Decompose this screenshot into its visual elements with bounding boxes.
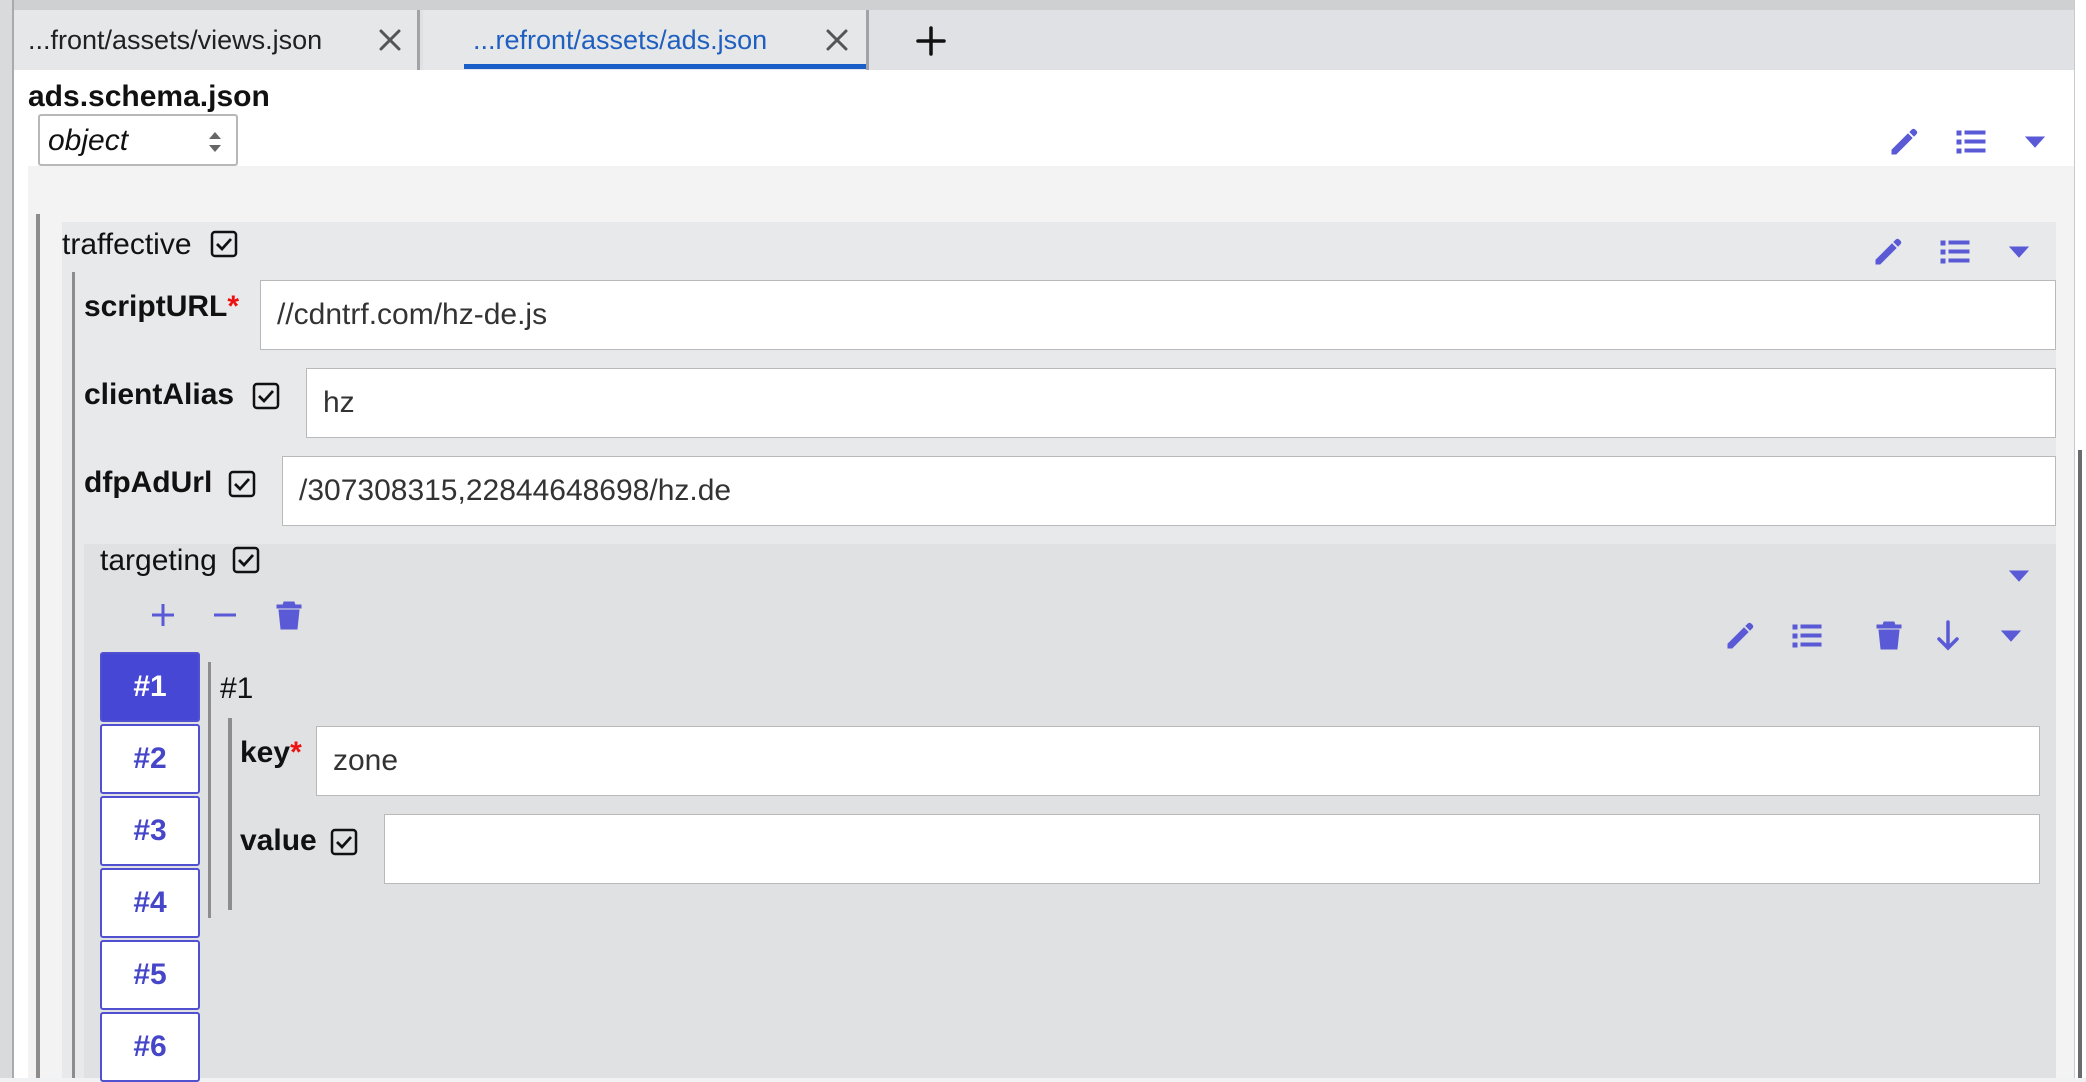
window-left-edge <box>0 0 14 1078</box>
indent-rule <box>36 214 40 1078</box>
targeting-array <box>84 544 2056 1078</box>
window-top-edge <box>0 0 2086 10</box>
clientalias-label: clientAlias <box>84 378 235 411</box>
indent-rule <box>72 272 75 1078</box>
traffective-label: traffective <box>62 228 192 261</box>
chevron-down-icon[interactable] <box>2000 628 2022 644</box>
indent-rule <box>208 662 211 918</box>
checkbox-checked-icon[interactable] <box>228 470 256 498</box>
remove-item-icon[interactable] <box>212 602 238 628</box>
checkbox-checked-icon[interactable] <box>330 828 358 856</box>
clientalias-input[interactable]: hz <box>306 368 2056 438</box>
item-tab-4[interactable]: #4 <box>100 868 200 938</box>
chevron-down-icon[interactable] <box>2008 244 2030 260</box>
required-mark: * <box>290 736 302 769</box>
targeting-label: targeting <box>100 544 217 577</box>
scripturl-label: scriptURL* <box>84 290 240 323</box>
key-input[interactable]: zone <box>316 726 2040 796</box>
scripturl-input[interactable]: //cdntrf.com/hz-de.js <box>260 280 2056 350</box>
checkbox-checked-icon[interactable] <box>252 382 280 410</box>
page-title: ads.schema.json <box>28 80 270 113</box>
active-tab-indicator <box>464 64 866 69</box>
pencil-icon[interactable] <box>1872 236 1904 268</box>
add-item-icon[interactable] <box>150 602 176 628</box>
tab-views-json[interactable]: ...front/assets/views.json <box>14 10 420 70</box>
dfpadurl-label: dfpAdUrl <box>84 466 213 499</box>
type-select-value: object <box>48 124 129 157</box>
select-arrows-icon <box>209 132 221 152</box>
key-label: key* <box>240 736 302 769</box>
value-label: value <box>240 824 317 857</box>
tab-label: ...refront/assets/ads.json <box>473 24 768 55</box>
pencil-icon[interactable] <box>1724 620 1756 652</box>
list-icon[interactable] <box>1956 128 1986 156</box>
list-icon[interactable] <box>1940 238 1970 266</box>
arrow-down-icon[interactable] <box>1936 620 1960 652</box>
item-tab-3[interactable]: #3 <box>100 796 200 866</box>
close-icon[interactable] <box>823 26 851 54</box>
item-tab-6[interactable]: #6 <box>100 1012 200 1082</box>
close-icon[interactable] <box>376 26 404 54</box>
required-mark: * <box>227 290 240 323</box>
chevron-down-icon[interactable] <box>2024 134 2046 150</box>
trash-icon[interactable] <box>1876 620 1902 650</box>
tab-label: ...front/assets/views.json <box>28 24 323 55</box>
scrollbar-thumb[interactable] <box>2078 450 2082 1078</box>
item-tab-2[interactable]: #2 <box>100 724 200 794</box>
indent-rule <box>228 718 232 910</box>
plus-icon[interactable] <box>914 24 948 58</box>
pencil-icon[interactable] <box>1888 126 1920 158</box>
item-tab-5[interactable]: #5 <box>100 940 200 1010</box>
item-tab-1[interactable]: #1 <box>100 652 200 722</box>
trash-icon[interactable] <box>276 600 302 630</box>
item-title: #1 <box>220 672 254 705</box>
checkbox-checked-icon[interactable] <box>210 230 238 258</box>
checkbox-checked-icon[interactable] <box>232 546 260 574</box>
type-select[interactable]: object <box>38 114 238 166</box>
chevron-down-icon[interactable] <box>2008 568 2030 584</box>
tab-ads-json[interactable]: ...refront/assets/ads.json <box>423 10 869 70</box>
value-input[interactable] <box>384 814 2040 884</box>
list-icon[interactable] <box>1792 622 1822 650</box>
dfpadurl-input[interactable]: /307308315,22844648698/hz.de <box>282 456 2056 526</box>
